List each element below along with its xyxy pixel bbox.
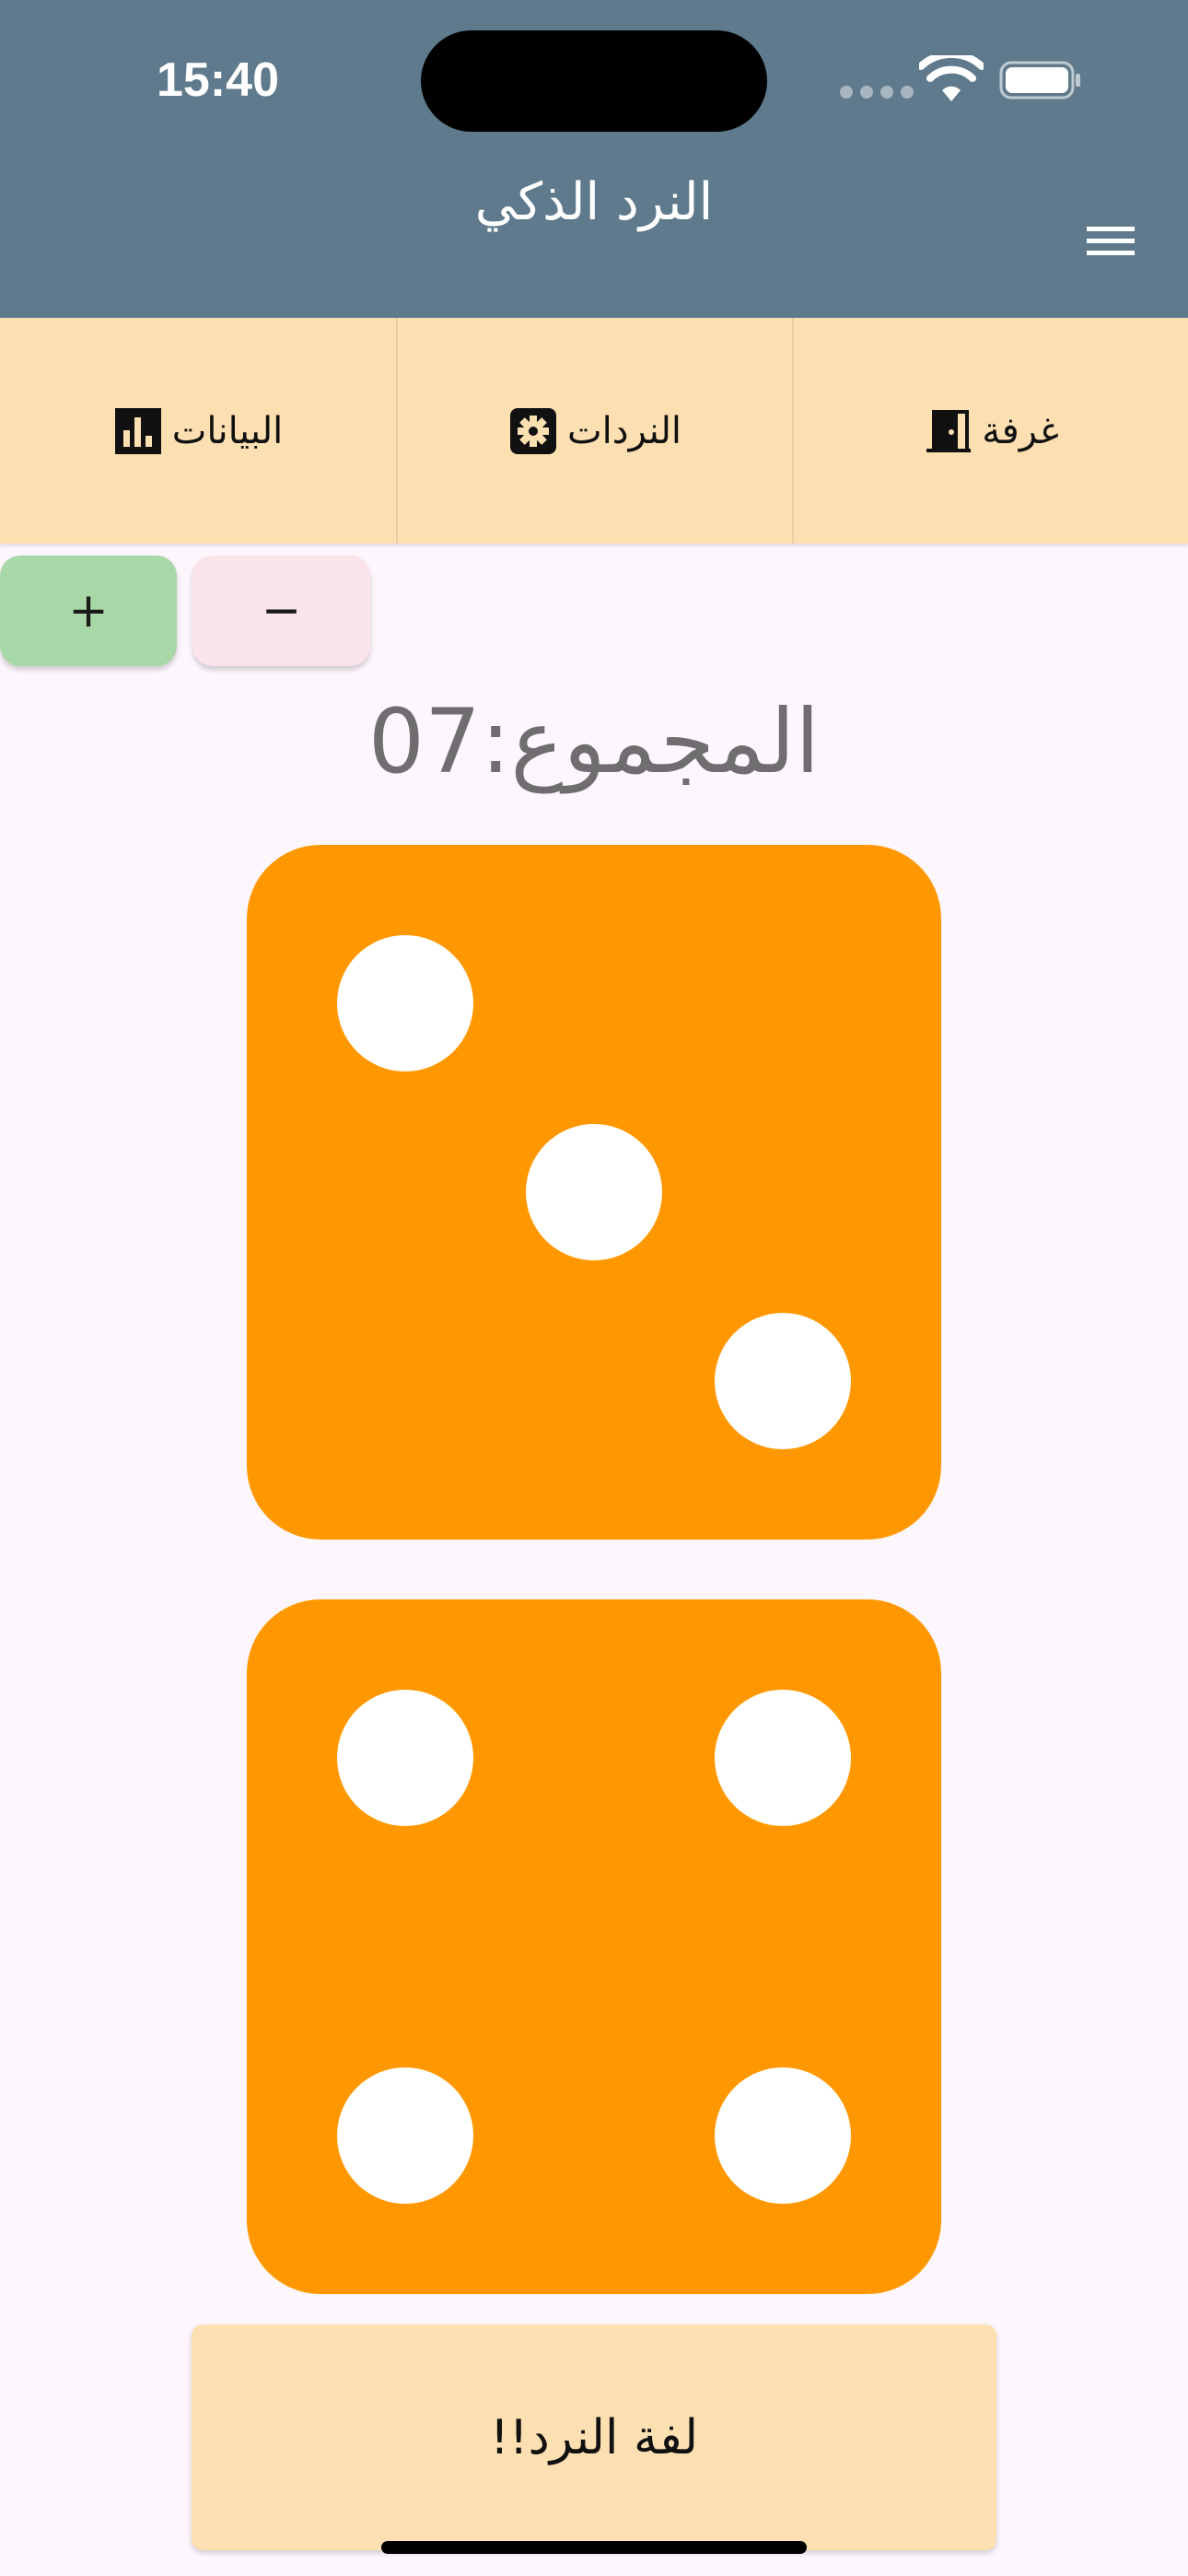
minus-label: − <box>261 583 302 638</box>
roll-dice-button[interactable]: لفة النرد!! <box>192 2324 996 2550</box>
dynamic-island <box>421 30 767 132</box>
die-pip <box>337 2067 473 2204</box>
status-time: 15:40 <box>157 53 279 107</box>
settings-gear-icon <box>509 407 556 454</box>
hamburger-menu-icon[interactable] <box>1077 214 1142 267</box>
die-pip <box>715 1690 851 1826</box>
wifi-icon <box>919 55 984 101</box>
die-pip <box>715 1313 851 1449</box>
tab-statistics-label: البيانات <box>171 409 284 452</box>
total-display: المجموع:07 <box>367 690 821 793</box>
app-title: النرد الذكي <box>474 172 714 232</box>
die-2[interactable] <box>247 1599 941 2294</box>
door-icon <box>926 409 972 452</box>
battery-icon <box>999 61 1080 100</box>
tab-room-label: غرفة <box>982 409 1059 452</box>
app-bar: 15:40 النرد الذكي <box>0 0 1188 318</box>
plus-label: + <box>68 583 109 638</box>
die-pip <box>526 1124 662 1260</box>
add-die-button[interactable]: + <box>0 556 177 666</box>
remove-die-button[interactable]: − <box>192 556 370 666</box>
bar-chart-icon <box>114 407 161 454</box>
die-1[interactable] <box>247 845 941 1540</box>
tab-statistics[interactable]: البيانات <box>0 318 396 544</box>
cellular-signal-icon <box>840 86 914 99</box>
tab-bar: البيانات النردات غرفة <box>0 318 1188 544</box>
tab-dice-label: النردات <box>566 409 682 452</box>
die-pip <box>715 2067 851 2204</box>
tab-room[interactable]: غرفة <box>792 318 1188 544</box>
die-pip <box>337 935 473 1071</box>
roll-dice-label: لفة النرد!! <box>489 2409 699 2465</box>
home-indicator <box>381 2541 807 2554</box>
die-pip <box>337 1690 473 1826</box>
tab-dice[interactable]: النردات <box>396 318 792 544</box>
